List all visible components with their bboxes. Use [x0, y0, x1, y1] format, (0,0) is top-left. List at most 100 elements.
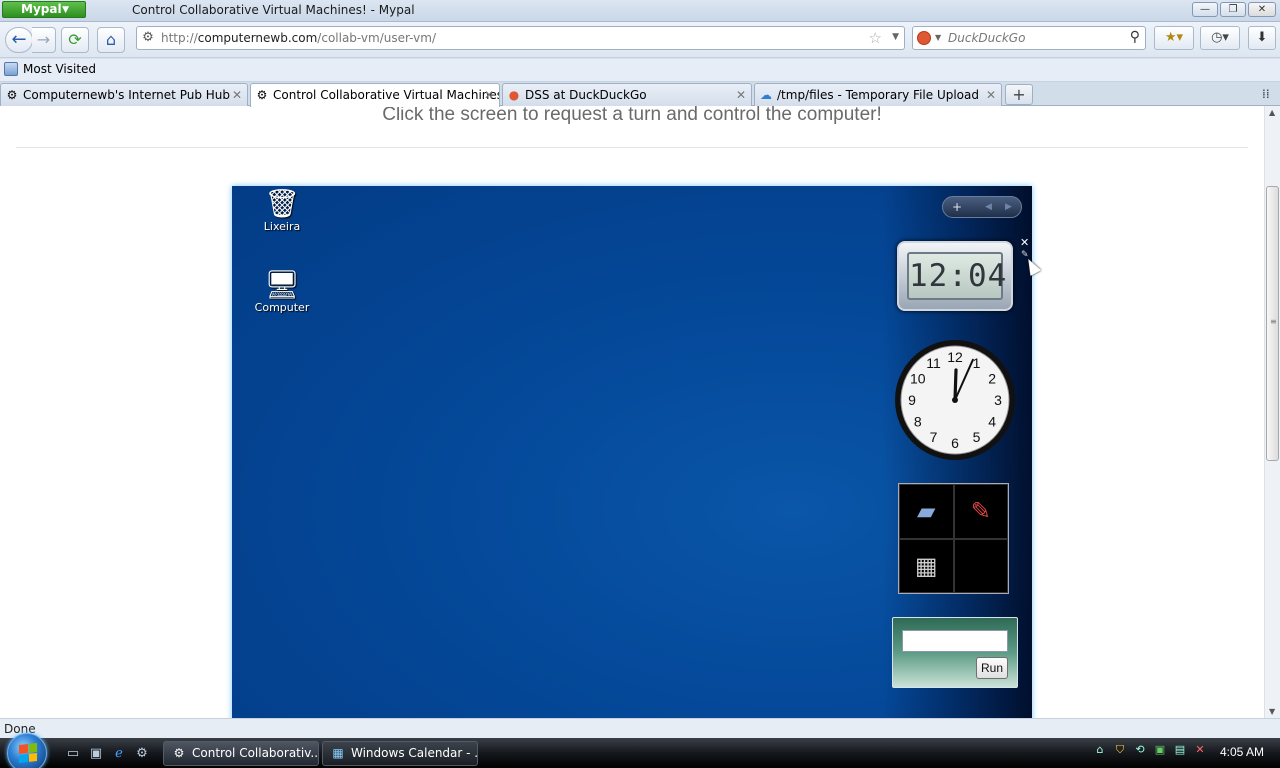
- tab-strip: ⚙ Computernewb's Internet Pub Hub ✕ ⚙ Co…: [0, 82, 1280, 107]
- calendar-icon: ▦: [332, 746, 344, 760]
- taskbar-item-collab-vm[interactable]: ⚙ Control Collaborativ...: [163, 741, 319, 766]
- history-button[interactable]: ◷▾: [1200, 26, 1240, 50]
- tab-list-button[interactable]: ⁞⁞: [1262, 87, 1270, 101]
- run-button[interactable]: Run: [976, 657, 1008, 679]
- add-gadget-icon[interactable]: +: [952, 197, 962, 217]
- url-domain: computernewb.com: [197, 31, 318, 45]
- tray-shield-icon[interactable]: ⛉: [1112, 742, 1128, 758]
- tab-pub-hub[interactable]: ⚙ Computernewb's Internet Pub Hub ✕: [0, 83, 248, 106]
- clock-number: 2: [988, 371, 996, 387]
- home-button[interactable]: ⌂: [97, 27, 125, 53]
- clock-number: 3: [994, 392, 1002, 408]
- tab-tmp-files[interactable]: ☁ /tmp/files - Temporary File Upload ✕: [754, 83, 1002, 106]
- search-engine-dropdown-icon[interactable]: ▼: [935, 33, 941, 42]
- windows-taskbar: ▭ ▣ ℯ ⚙ ⚙ Control Collaborativ... ▦ Wind…: [0, 733, 1280, 768]
- tray-sync-icon[interactable]: ⟲: [1132, 742, 1148, 758]
- close-tab-icon[interactable]: ✕: [736, 84, 746, 106]
- home-icon: ⌂: [105, 30, 117, 49]
- chevron-down-icon: ▼: [62, 5, 69, 15]
- switch-windows-icon[interactable]: ▣: [87, 746, 105, 762]
- cloud-upload-icon: ☁: [760, 88, 772, 102]
- browser-quicklaunch-icon[interactable]: ⚙: [133, 746, 151, 762]
- clock-number: 5: [973, 429, 981, 445]
- back-arrow-icon: ←: [11, 29, 27, 50]
- site-identity-icon[interactable]: ⚙: [140, 30, 156, 46]
- url-prefix: http://: [161, 31, 198, 45]
- clock-hour-hand: [953, 368, 958, 402]
- tab-label: DSS at DuckDuckGo: [525, 88, 647, 102]
- launcher-calculator[interactable]: ▦: [899, 538, 954, 593]
- clock-number: 10: [910, 371, 926, 387]
- window-controls: — ❐ ✕: [1192, 2, 1276, 17]
- tray-app-icon[interactable]: ▣: [1152, 742, 1168, 758]
- scrollbar-thumb[interactable]: ≡: [1266, 186, 1279, 461]
- duckduckgo-favicon-icon: ●: [508, 88, 520, 102]
- app-launcher-gadget: ▰ ✎ ▦: [898, 483, 1009, 594]
- close-tab-icon[interactable]: ✕: [232, 84, 242, 106]
- calculator-icon: ▦: [914, 551, 938, 580]
- page-scrollbar[interactable]: ▲ ≡ ▼: [1264, 106, 1280, 718]
- back-button[interactable]: ←: [5, 27, 33, 53]
- tab-label: Control Collaborative Virtual Machines!: [273, 88, 500, 102]
- url-bar[interactable]: ⚙ http://computernewb.com/collab-vm/user…: [136, 26, 905, 50]
- divider: [16, 147, 1248, 148]
- taskbar-clock[interactable]: 4:05 AM: [1220, 745, 1264, 759]
- next-page-icon[interactable]: ▶: [1005, 197, 1012, 217]
- taskbar-item-calendar[interactable]: ▦ Windows Calendar - ...: [322, 741, 478, 766]
- bookmarks-toolbar: Most Visited: [0, 59, 1280, 82]
- launcher-paint[interactable]: ✎: [953, 484, 1008, 539]
- desktop-icon-computer[interactable]: 🖥 Computer: [247, 269, 317, 315]
- start-button[interactable]: [7, 733, 47, 768]
- new-tab-button[interactable]: +: [1005, 84, 1033, 105]
- app-menu-button[interactable]: Mypal ▼: [2, 1, 86, 18]
- internet-explorer-icon[interactable]: ℯ: [110, 746, 128, 762]
- bookmarks-menu-button[interactable]: ★▾: [1154, 26, 1194, 50]
- gadget-close-icon[interactable]: ✕: [1020, 236, 1029, 249]
- window-title: Control Collaborative Virtual Machines! …: [132, 3, 415, 17]
- run-command-input[interactable]: [902, 630, 1008, 652]
- launcher-empty-slot: [953, 538, 1008, 593]
- forward-button[interactable]: →: [32, 27, 56, 53]
- desktop-icon-label: Computer: [254, 301, 310, 314]
- url-history-dropdown-icon[interactable]: ▼: [892, 32, 899, 42]
- status-bar: Done: [0, 718, 1280, 738]
- vm-screen[interactable]: 🗑 Lixeira 🖥 Computer + ◀ ▶ 12:04 ✕ ✎ 12 1…: [232, 186, 1042, 718]
- reload-button[interactable]: ⟳: [61, 27, 89, 53]
- desktop-icon-recycle-bin[interactable]: 🗑 Lixeira: [247, 187, 317, 234]
- forward-arrow-icon: →: [36, 30, 51, 49]
- tab-duckduckgo[interactable]: ● DSS at DuckDuckGo ✕: [502, 83, 752, 106]
- tray-network-icon[interactable]: ⌂: [1092, 742, 1108, 758]
- duckduckgo-icon[interactable]: [917, 31, 931, 45]
- window-title-bar: Mypal ▼ Control Collaborative Virtual Ma…: [0, 0, 1280, 22]
- close-tab-icon[interactable]: ✕: [986, 84, 996, 106]
- search-icon[interactable]: ⚲: [1130, 29, 1140, 45]
- tab-collab-vm[interactable]: ⚙ Control Collaborative Virtual Machines…: [250, 83, 500, 107]
- close-button[interactable]: ✕: [1248, 2, 1276, 17]
- tab-label: /tmp/files - Temporary File Upload: [777, 88, 979, 102]
- recycle-bin-icon: 🗑: [264, 187, 300, 220]
- bookmark-star-icon[interactable]: ☆: [869, 29, 882, 47]
- page-content: Click the screen to request a turn and c…: [0, 106, 1264, 718]
- sidebar-gadget-controls: + ◀ ▶: [942, 196, 1022, 218]
- downloads-button[interactable]: ⬇: [1248, 26, 1276, 50]
- scroll-up-icon[interactable]: ▲: [1269, 108, 1275, 117]
- clock-number: 12: [947, 349, 963, 365]
- scroll-down-icon[interactable]: ▼: [1269, 707, 1275, 716]
- previous-page-icon[interactable]: ◀: [985, 197, 992, 217]
- tray-connection-icon[interactable]: ▤: [1172, 742, 1188, 758]
- site-favicon-icon: ⚙: [256, 88, 268, 102]
- url-text[interactable]: http://computernewb.com/collab-vm/user-v…: [161, 31, 436, 45]
- tray-volume-muted-icon[interactable]: ✕: [1192, 742, 1208, 758]
- close-tab-icon[interactable]: ✕: [484, 84, 494, 106]
- show-desktop-icon[interactable]: ▭: [64, 746, 82, 762]
- search-input[interactable]: DuckDuckGo: [948, 31, 1025, 45]
- search-bar[interactable]: ▼ DuckDuckGo ⚲: [912, 26, 1146, 50]
- paint-brushes-icon: ✎: [970, 497, 991, 526]
- minimize-button[interactable]: —: [1192, 2, 1218, 17]
- digital-clock-gadget[interactable]: 12:04: [897, 241, 1013, 311]
- analog-clock-gadget[interactable]: 12 12 3 45678 9 1011: [893, 338, 1017, 462]
- restore-button[interactable]: ❐: [1220, 2, 1246, 17]
- bookmark-most-visited[interactable]: Most Visited: [4, 62, 96, 76]
- notepad-icon: ▰: [917, 497, 936, 526]
- launcher-notepad[interactable]: ▰: [899, 484, 954, 539]
